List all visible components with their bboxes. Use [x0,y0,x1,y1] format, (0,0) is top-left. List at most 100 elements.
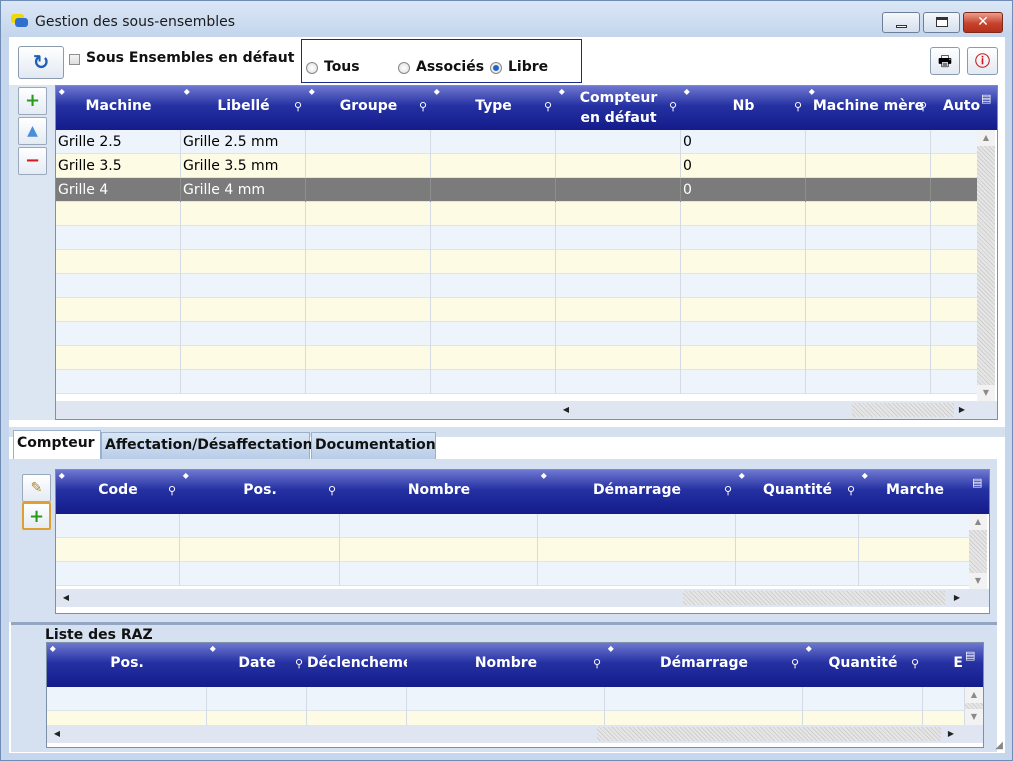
column-header-raz-demarrage[interactable]: ⬥ Démarrage ⚲ [605,643,803,687]
table-cell [307,687,407,711]
radio-libre[interactable] [490,62,502,74]
tab-affectation[interactable]: Affectation/Désaffectation [101,432,313,459]
column-header-raz-date[interactable]: ⬥ Date ⚲ [207,643,307,687]
table-cell [306,250,431,274]
table-row[interactable] [56,346,981,370]
client-area: ↻ Sous Ensembles en défaut Tous Associés… [9,37,1005,753]
column-header-quantite[interactable]: ⬥ Quantité ⚲ [736,470,859,514]
raz-horizontal-scrollbar[interactable]: ◀ ▶ [47,725,983,743]
table-row[interactable] [56,562,971,586]
column-header-raz-quantite[interactable]: ⬥ Quantité ⚲ [803,643,923,687]
table-cell [431,370,556,394]
table-cell [56,202,181,226]
table-row[interactable] [47,687,965,711]
tab-documentation[interactable]: Documentation [311,432,436,459]
table-row[interactable] [56,538,971,562]
column-header-type[interactable]: ⬥ Type ⚲ [431,86,556,130]
refresh-button[interactable]: ↻ [18,46,64,79]
search-icon: ⚲ [293,100,302,113]
search-icon: ⚲ [793,100,802,113]
table-row[interactable]: Grille 4 Grille 4 mm 0 [56,178,981,202]
table-row[interactable]: Grille 3.5 Grille 3.5 mm 0 [56,154,981,178]
column-header-raz-declenchement[interactable]: Déclenchement [307,643,407,687]
vertical-scrollbar[interactable]: ▲ ▼ [977,130,995,401]
tab-compteur[interactable]: Compteur [13,430,101,460]
raz-table[interactable]: ⬥Pos. ⬥Date⚲ Déclenchement Nombre⚲ ⬥Déma… [46,642,984,748]
sous-ensembles-table[interactable]: ⬥ Machine ⬥ Libellé ⚲ ⬥ Groupe ⚲ ⬥ Type ⚲ ⬥ Comp… [55,85,998,420]
table-row[interactable] [56,322,981,346]
radio-associes[interactable] [398,62,410,74]
raz-vertical-scrollbar[interactable]: ▲ ▼ [965,687,983,725]
table-cell [556,322,681,346]
remove-button[interactable]: − [18,147,47,175]
radio-tous[interactable] [306,62,318,74]
table-row[interactable] [56,250,981,274]
search-icon: ⚲ [846,484,855,497]
horizontal-scrollbar[interactable]: ◀ ▶ [56,401,997,419]
table-cell [806,250,931,274]
stop-button[interactable]: ⓘ [967,47,998,75]
maximize-button[interactable] [923,12,960,33]
compteur-vertical-scrollbar[interactable]: ▲ ▼ [969,514,987,589]
resize-grip[interactable]: ◢ [995,740,1003,751]
column-header-groupe[interactable]: ⬥ Groupe ⚲ [306,86,431,130]
column-header-machine[interactable]: ⬥ Machine [56,86,181,130]
column-header-nombre[interactable]: Nombre [340,470,538,514]
compteur-horizontal-scrollbar[interactable]: ◀ ▶ [56,589,989,607]
minimize-button[interactable] [882,12,920,33]
radio-tous-label[interactable]: Tous [324,59,360,75]
table-cell [859,562,971,586]
table-row[interactable]: Grille 2.5 Grille 2.5 mm 0 [56,130,981,154]
table-row[interactable] [56,274,981,298]
table-row[interactable] [56,226,981,250]
title-bar[interactable]: Gestion des sous-ensembles ✕ [1,1,1012,37]
column-header-demarrage[interactable]: ⬥ Démarrage ⚲ [538,470,736,514]
column-header-compteur[interactable]: ⬥ Compteur en défaut ⚲ [556,86,681,130]
table-cell [56,562,180,586]
column-header-nb[interactable]: ⬥ Nb ⚲ [681,86,806,130]
column-chooser-icon[interactable]: ▤ [981,92,991,105]
table-cell [736,562,859,586]
search-icon: ⚲ [418,100,427,113]
table-cell [931,322,981,346]
column-chooser-icon[interactable]: ▤ [972,476,982,489]
compteur-table[interactable]: ⬥ Code ⚲ ⬥ Pos. ⚲ Nombre ⬥ Démarrage ⚲ ⬥ Quanti… [55,469,990,614]
move-up-button[interactable]: ▲ [18,117,47,145]
column-header-pos[interactable]: ⬥ Pos. ⚲ [180,470,340,514]
add-compteur-button[interactable]: + [22,502,51,530]
column-header-raz-nombre[interactable]: Nombre ⚲ [407,643,605,687]
table-row[interactable] [56,298,981,322]
table-cell [306,346,431,370]
table-cell [207,687,307,711]
radio-libre-label[interactable]: Libre [508,59,548,75]
column-header-code[interactable]: ⬥ Code ⚲ [56,470,180,514]
table-cell [431,130,556,154]
table-row[interactable] [56,514,971,538]
table-cell [431,274,556,298]
table-cell [556,130,681,154]
search-icon: ⚲ [790,657,799,670]
column-header-machine-mere[interactable]: ⬥ Machine mère ⚲ [806,86,931,130]
table-row[interactable] [56,370,981,394]
table-cell: Grille 2.5 mm [181,130,306,154]
table-cell [431,178,556,202]
radio-associes-label[interactable]: Associés [416,59,484,75]
defaut-checkbox[interactable] [69,54,80,65]
table-row[interactable] [56,202,981,226]
stop-icon: ⓘ [974,52,990,70]
scroll-right-icon: ▶ [958,405,966,414]
table-cell [681,370,806,394]
close-button[interactable]: ✕ [963,12,1003,33]
column-header-raz-e[interactable]: E [923,643,963,687]
main-window: Gestion des sous-ensembles ✕ ↻ Sous Ense… [0,0,1013,761]
print-button[interactable]: 🖶 [930,47,960,75]
search-icon: ⚲ [592,657,601,670]
column-header-auto[interactable]: Auto [931,86,981,130]
edit-button[interactable]: ✎ [22,474,51,502]
column-header-libelle[interactable]: ⬥ Libellé ⚲ [181,86,306,130]
column-header-marche[interactable]: ⬥ Marche [859,470,971,514]
table-cell [931,346,981,370]
add-button[interactable]: + [18,87,47,115]
column-chooser-icon[interactable]: ▤ [965,649,975,662]
column-header-raz-pos[interactable]: ⬥ Pos. [47,643,207,687]
